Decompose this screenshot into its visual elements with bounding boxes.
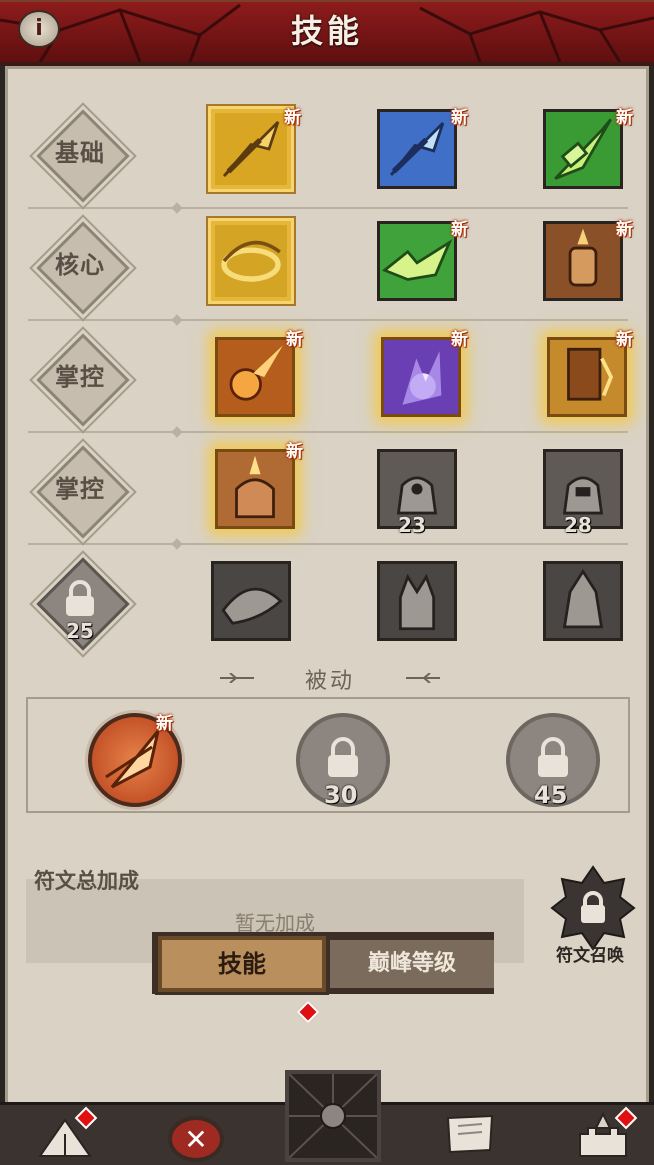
row-divider (28, 319, 628, 321)
new-badge: 新 (616, 108, 633, 128)
close-icon[interactable]: ✕ (168, 1116, 224, 1162)
rune-bonus-label: 符文总加成 (34, 869, 139, 893)
passive-box: 新 30 45 (26, 697, 630, 813)
category-mastery-2: 掌控 (36, 445, 130, 539)
tab-peak-level[interactable]: 巅峰等级 (330, 940, 494, 988)
new-badge: 新 (616, 220, 633, 240)
skill-icon-locked-demon[interactable] (377, 561, 457, 641)
skill-icon-hammer-green[interactable] (543, 109, 623, 189)
new-badge: 新 (451, 220, 468, 240)
skill-icon-slash-green[interactable] (377, 221, 457, 301)
skill-icon-fireball[interactable] (215, 337, 295, 417)
skill-icon-whirl-gold[interactable] (211, 221, 291, 301)
skill-icon-locked-spirit[interactable] (543, 561, 623, 641)
ornament-right (406, 673, 440, 683)
new-badge: 新 (451, 330, 468, 350)
category-locked: 25 (36, 557, 130, 651)
category-core: 核心 (36, 221, 130, 315)
category-mastery: 掌控 (36, 333, 130, 427)
passive-title: 被动 (304, 669, 355, 694)
skill-icon-arcane-burst[interactable] (381, 337, 461, 417)
center-portal-button[interactable] (285, 1070, 381, 1162)
lock-level-label: 28 (564, 513, 592, 537)
skill-icon-totem-bronze[interactable] (543, 221, 623, 301)
new-badge: 新 (451, 108, 468, 128)
row-divider (28, 431, 628, 433)
category-basic: 基础 (36, 109, 130, 203)
skill-icon-axe-gold[interactable] (211, 109, 291, 189)
passive-lock-level: 45 (534, 781, 568, 809)
new-badge: 新 (286, 442, 303, 462)
skill-icon-locked-spin[interactable] (211, 561, 291, 641)
skill-icon-axe-blue[interactable] (377, 109, 457, 189)
skill-icon-ground-slam[interactable] (547, 337, 627, 417)
page-title: 技能 (290, 12, 363, 50)
row-divider (28, 543, 628, 545)
new-badge: 新 (286, 330, 303, 350)
map-scroll-icon[interactable] (444, 1112, 496, 1156)
new-badge: 新 (284, 108, 301, 128)
new-badge: 新 (156, 714, 173, 734)
lock-icon (66, 580, 94, 616)
skill-icon-berserker[interactable] (215, 449, 295, 529)
passive-lock-level: 30 (324, 781, 358, 809)
tab-skill[interactable]: 技能 (158, 936, 326, 992)
rune-summon-button[interactable] (550, 865, 636, 951)
row-divider (28, 207, 628, 209)
new-badge: 新 (616, 330, 633, 350)
ornament-left (220, 673, 254, 683)
rune-summon-label: 符文召唤 (556, 946, 624, 966)
lock-level-label: 23 (398, 513, 426, 537)
